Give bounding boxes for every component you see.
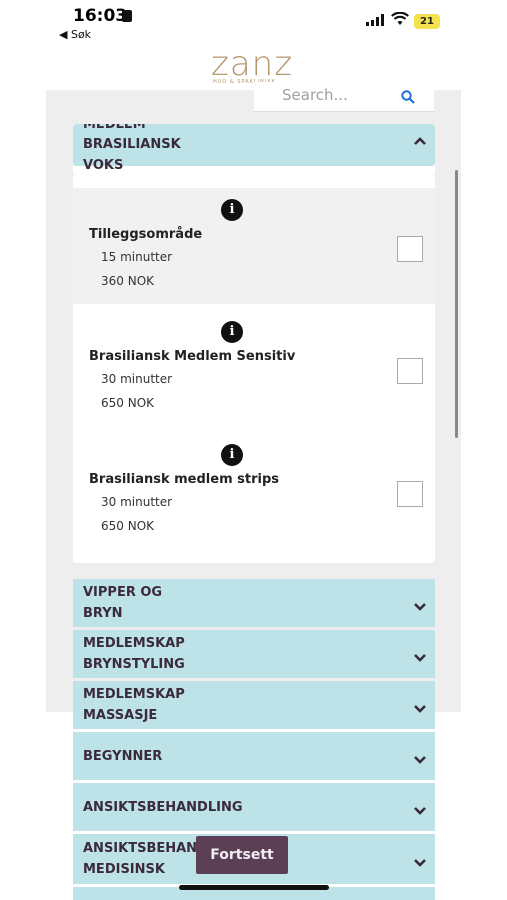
category-medlemskap-brynstyling[interactable]: MEDLEMSKAP BRYNSTYLING bbox=[73, 630, 435, 678]
service-duration: 30 minutter bbox=[101, 372, 173, 386]
category-label: MASSASJE bbox=[83, 708, 158, 723]
category-label: MEDISINSK bbox=[83, 862, 165, 877]
back-link[interactable]: ◀ Søk bbox=[59, 28, 91, 41]
info-icon[interactable]: i bbox=[221, 199, 243, 221]
chevron-up-icon bbox=[414, 137, 426, 145]
chevron-down-icon bbox=[414, 654, 426, 662]
home-indicator bbox=[179, 885, 329, 890]
category-label: ANSIKTSBEHANDLING bbox=[83, 800, 243, 815]
status-bar: 16:03 ◀ Søk 21 bbox=[46, 0, 461, 48]
category-label: MEDLEMSKAP bbox=[83, 687, 185, 702]
category-label: BRASILIANSK bbox=[83, 137, 181, 152]
signal-icon bbox=[366, 14, 384, 26]
brand-logo: zanz bbox=[211, 44, 294, 84]
category-label: VIPPER OG bbox=[83, 585, 163, 600]
category-begynner[interactable]: BEGYNNER bbox=[73, 732, 435, 780]
category-label: MEDLEMSKAP bbox=[83, 636, 185, 651]
chevron-down-icon bbox=[414, 756, 426, 764]
category-ansiktsbehandling[interactable]: ANSIKTSBEHANDLING bbox=[73, 783, 435, 831]
category-label: BRYN bbox=[83, 606, 123, 621]
service-price: 650 NOK bbox=[101, 519, 155, 533]
service-item[interactable]: i Tilleggsområde 15 minutter 360 NOK bbox=[73, 188, 435, 304]
service-duration: 15 minutter bbox=[101, 250, 173, 264]
service-checkbox[interactable] bbox=[397, 481, 423, 507]
category-label: BRYNSTYLING bbox=[83, 657, 185, 672]
chevron-down-icon bbox=[414, 603, 426, 611]
category-vipper-og-bryn[interactable]: VIPPER OG BRYN bbox=[73, 579, 435, 627]
service-checkbox[interactable] bbox=[397, 236, 423, 262]
service-checkbox[interactable] bbox=[397, 358, 423, 384]
continue-button[interactable]: Fortsett bbox=[196, 836, 288, 874]
category-medlemskap-massasje[interactable]: MEDLEMSKAP MASSASJE bbox=[73, 681, 435, 729]
chevron-down-icon bbox=[414, 859, 426, 867]
service-name: Tilleggsområde bbox=[89, 227, 203, 242]
service-item[interactable]: i Brasiliansk Medlem Sensitiv 30 minutte… bbox=[73, 310, 435, 426]
category-label: BEGYNNER bbox=[83, 749, 163, 764]
category-label: VOKS bbox=[83, 158, 124, 173]
search-bar bbox=[254, 82, 434, 112]
search-icon[interactable] bbox=[401, 90, 415, 104]
chevron-down-icon bbox=[414, 807, 426, 815]
service-name: Brasiliansk Medlem Sensitiv bbox=[89, 349, 296, 364]
lock-icon bbox=[122, 10, 132, 22]
service-name: Brasiliansk medlem strips bbox=[89, 472, 280, 487]
search-input[interactable] bbox=[282, 86, 402, 104]
scrollbar[interactable] bbox=[455, 170, 458, 438]
chevron-down-icon bbox=[414, 705, 426, 713]
service-price: 360 NOK bbox=[101, 274, 155, 288]
status-time: 16:03 bbox=[73, 6, 128, 26]
right-margin bbox=[461, 0, 507, 900]
wifi-icon bbox=[391, 12, 409, 25]
battery-icon: 21 bbox=[414, 14, 440, 29]
category-header-open-tail bbox=[73, 166, 435, 174]
service-item[interactable]: i Brasiliansk medlem strips 30 minutter … bbox=[73, 433, 435, 549]
left-margin bbox=[0, 0, 46, 900]
category-header-open[interactable]: MEDLEM BRASILIANSK bbox=[73, 124, 435, 166]
service-price: 650 NOK bbox=[101, 396, 155, 410]
info-icon[interactable]: i bbox=[221, 321, 243, 343]
info-icon[interactable]: i bbox=[221, 444, 243, 466]
service-duration: 30 minutter bbox=[101, 495, 173, 509]
